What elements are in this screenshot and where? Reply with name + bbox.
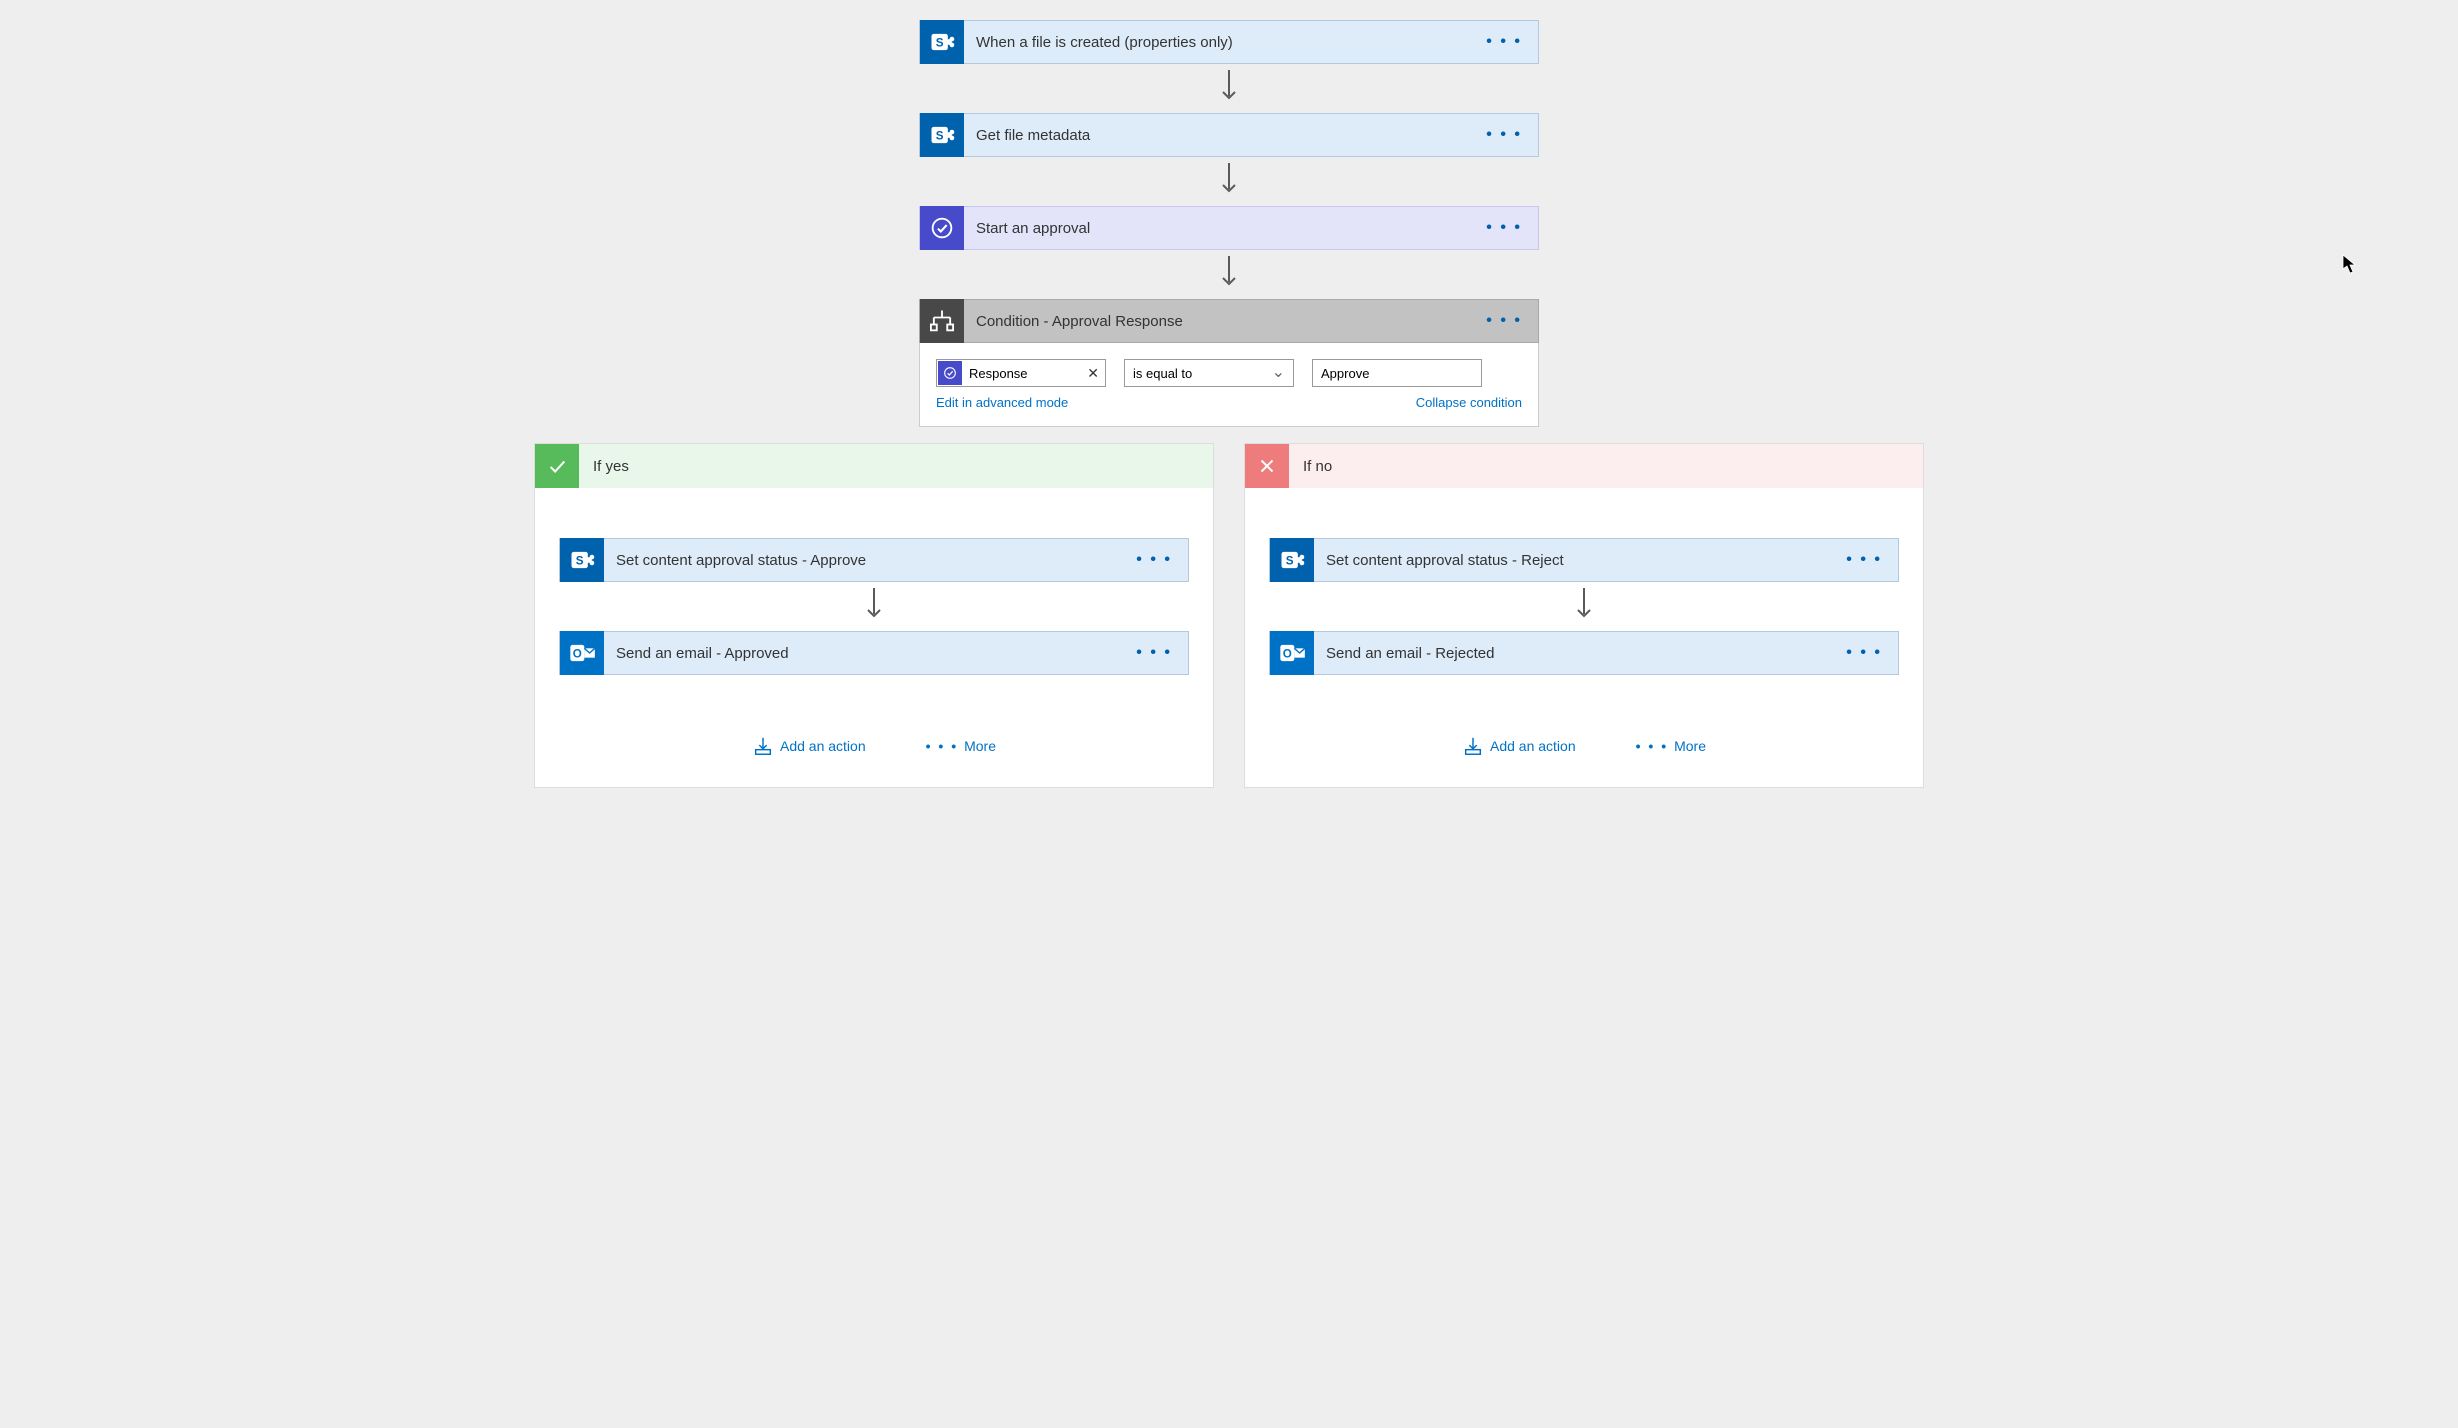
more-icon[interactable]: • • • [1830, 644, 1898, 662]
arrow-icon [1220, 70, 1238, 107]
arrow-icon [1575, 588, 1593, 625]
approval-icon [920, 206, 964, 250]
condition-step[interactable]: Condition - Approval Response • • • [919, 299, 1539, 343]
svg-text:S: S [936, 37, 944, 50]
more-icon[interactable]: • • • [1830, 551, 1898, 569]
svg-text:S: S [1286, 555, 1294, 568]
add-action-icon [752, 735, 774, 757]
arrow-icon [865, 588, 883, 625]
close-icon [1245, 444, 1289, 488]
outlook-icon: O [560, 631, 604, 675]
cursor-icon [2342, 254, 2358, 274]
check-icon [535, 444, 579, 488]
operator-label: is equal to [1125, 366, 1200, 381]
svg-text:O: O [1283, 648, 1292, 661]
svg-text:S: S [936, 130, 944, 143]
step-title: Send an email - Approved [604, 645, 1120, 662]
more-button[interactable]: • • • More [926, 735, 996, 757]
ellipsis-icon: • • • [926, 738, 958, 754]
add-action-icon [1462, 735, 1484, 757]
action-step[interactable]: S Get file metadata • • • [919, 113, 1539, 157]
approval-icon [938, 361, 962, 385]
condition-body: Response ✕ is equal to Approve Edit in a… [919, 343, 1539, 427]
more-icon[interactable]: • • • [1470, 33, 1538, 51]
add-action-button[interactable]: Add an action [752, 735, 866, 757]
approval-step[interactable]: Start an approval • • • [919, 206, 1539, 250]
ellipsis-icon: • • • [1636, 738, 1668, 754]
sharepoint-icon: S [920, 113, 964, 157]
step-title: Start an approval [964, 220, 1470, 237]
svg-text:S: S [576, 555, 584, 568]
sharepoint-icon: S [920, 20, 964, 64]
more-icon[interactable]: • • • [1120, 551, 1188, 569]
more-button[interactable]: • • • More [1636, 735, 1706, 757]
more-label: More [1674, 738, 1706, 754]
step-title: When a file is created (properties only) [964, 34, 1470, 51]
sharepoint-icon: S [1270, 538, 1314, 582]
edit-advanced-link[interactable]: Edit in advanced mode [936, 395, 1068, 410]
trigger-step[interactable]: S When a file is created (properties onl… [919, 20, 1539, 64]
yes-branch: If yes S Set content approval status - A… [534, 443, 1214, 788]
token-label: Response [963, 366, 1081, 381]
remove-token-icon[interactable]: ✕ [1081, 365, 1105, 382]
yes-branch-header[interactable]: If yes [535, 444, 1213, 488]
more-icon[interactable]: • • • [1120, 644, 1188, 662]
sharepoint-icon: S [560, 538, 604, 582]
arrow-icon [1220, 256, 1238, 293]
no-branch: If no S Set content approval status - Re… [1244, 443, 1924, 788]
value-label: Approve [1321, 366, 1369, 381]
condition-icon [920, 299, 964, 343]
more-icon[interactable]: • • • [1470, 219, 1538, 237]
outlook-icon: O [1270, 631, 1314, 675]
add-action-button[interactable]: Add an action [1462, 735, 1576, 757]
add-action-label: Add an action [1490, 738, 1576, 754]
flow-designer: S When a file is created (properties onl… [50, 20, 2408, 788]
step-title: Get file metadata [964, 127, 1470, 144]
more-icon[interactable]: • • • [1470, 312, 1538, 330]
svg-text:O: O [573, 648, 582, 661]
step-title: Send an email - Rejected [1314, 645, 1830, 662]
action-step[interactable]: O Send an email - Approved • • • [559, 631, 1189, 675]
step-title: Set content approval status - Reject [1314, 552, 1830, 569]
add-action-label: Add an action [780, 738, 866, 754]
action-step[interactable]: O Send an email - Rejected • • • [1269, 631, 1899, 675]
action-step[interactable]: S Set content approval status - Reject •… [1269, 538, 1899, 582]
arrow-icon [1220, 163, 1238, 200]
more-label: More [964, 738, 996, 754]
step-title: Condition - Approval Response [964, 313, 1470, 330]
step-title: Set content approval status - Approve [604, 552, 1120, 569]
branch-title: If yes [579, 458, 643, 475]
action-step[interactable]: S Set content approval status - Approve … [559, 538, 1189, 582]
condition-value[interactable]: Approve [1312, 359, 1482, 387]
more-icon[interactable]: • • • [1470, 126, 1538, 144]
branch-title: If no [1289, 458, 1346, 475]
collapse-condition-link[interactable]: Collapse condition [1416, 395, 1522, 410]
condition-left-operand[interactable]: Response ✕ [936, 359, 1106, 387]
no-branch-header[interactable]: If no [1245, 444, 1923, 488]
condition-operator[interactable]: is equal to [1124, 359, 1294, 387]
